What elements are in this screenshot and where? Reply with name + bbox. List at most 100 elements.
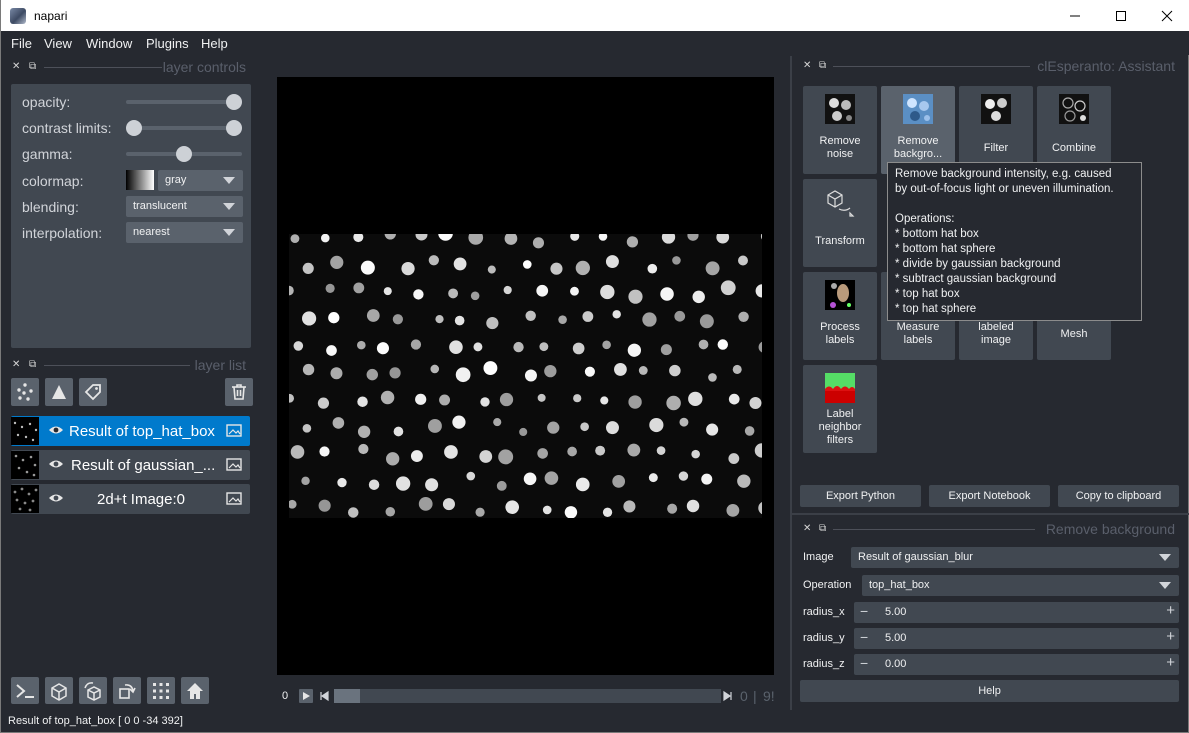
new-shapes-layer-button[interactable] (45, 378, 73, 406)
ndisplay-button[interactable] (45, 677, 73, 704)
menu-help[interactable]: Help (201, 36, 228, 51)
gamma-slider[interactable] (126, 146, 242, 162)
export-notebook-button[interactable]: Export Notebook (929, 485, 1050, 507)
export-python-button[interactable]: Export Python (800, 485, 921, 507)
new-points-layer-button[interactable] (11, 378, 39, 406)
console-button[interactable] (11, 677, 39, 704)
process-labels-button[interactable]: Process labels (803, 272, 877, 360)
blending-dropdown[interactable]: translucent (126, 196, 243, 217)
layer-name[interactable]: Result of top_hat_box (69, 423, 221, 440)
opacity-slider-handle[interactable] (226, 94, 242, 110)
decrement-icon[interactable]: − (860, 603, 868, 619)
transpose-button[interactable] (113, 677, 141, 704)
layer-item[interactable]: Result of gaussian_... (11, 450, 250, 480)
increment-icon[interactable]: + (1166, 628, 1175, 645)
float-dock-icon[interactable]: ⧉ (819, 522, 826, 536)
contrast-min-handle[interactable] (126, 120, 142, 136)
contrast-max-handle[interactable] (226, 120, 242, 136)
dims-slider[interactable] (334, 689, 721, 703)
viewer-canvas[interactable] (277, 77, 774, 675)
help-button[interactable]: Help (800, 680, 1179, 702)
step-forward-button[interactable] (721, 689, 735, 703)
image-dropdown[interactable]: Result of gaussian_blur (851, 547, 1179, 568)
remove-noise-button[interactable]: Remove noise (803, 86, 877, 174)
step-back-button[interactable] (317, 689, 331, 703)
delete-layer-button[interactable] (225, 378, 253, 406)
opacity-label: opacity: (22, 94, 71, 110)
nucleus-blob (410, 450, 423, 462)
layer-item[interactable]: Result of top_hat_box (11, 416, 250, 446)
roll-dims-button[interactable] (79, 677, 107, 704)
nucleus-blob (302, 423, 312, 433)
chevron-down-icon (223, 203, 235, 210)
nucleus-blob (393, 426, 404, 437)
layer-name[interactable]: Result of gaussian_... (71, 457, 221, 474)
close-dock-icon[interactable]: ✕ (12, 358, 20, 372)
menu-window[interactable]: Window (86, 36, 132, 51)
nucleus-blob (499, 392, 514, 407)
nucleus-blob (498, 449, 514, 465)
decrement-icon[interactable]: − (860, 655, 868, 671)
gamma-slider-handle[interactable] (176, 146, 192, 162)
nucleus-blob (614, 363, 627, 376)
nucleus-blob (395, 476, 411, 491)
nucleus-blob (357, 340, 366, 350)
filter-button[interactable]: Filter (959, 86, 1033, 174)
close-window-button[interactable] (1144, 0, 1189, 31)
maximize-button[interactable] (1098, 0, 1144, 31)
opacity-slider[interactable] (126, 94, 242, 110)
combine-button[interactable]: Combine (1037, 86, 1111, 174)
colormap-dropdown[interactable]: gray (158, 170, 243, 191)
copy-to-clipboard-button[interactable]: Copy to clipboard (1058, 485, 1179, 507)
home-button[interactable] (181, 677, 209, 704)
home-icon (187, 682, 203, 699)
layer-item[interactable]: 2d+t Image:0 (11, 484, 250, 514)
nucleus-blob (348, 507, 359, 518)
radius-y-spinbox[interactable]: − 5.00 + (854, 628, 1179, 649)
float-dock-icon[interactable]: ⧉ (29, 358, 36, 372)
transform-button[interactable]: Transform (803, 179, 877, 267)
layer-thumbnail (11, 417, 39, 445)
nucleus-blob (368, 479, 380, 490)
image-label: Image (803, 551, 834, 563)
nucleus-blob (698, 339, 709, 350)
nucleus-blob (728, 393, 740, 405)
close-dock-icon[interactable]: ✕ (803, 522, 811, 536)
increment-icon[interactable]: + (1166, 602, 1175, 619)
nucleus-blob (413, 289, 424, 300)
radius-x-spinbox[interactable]: − 5.00 + (854, 602, 1179, 623)
dock-splitter[interactable] (790, 56, 792, 710)
nucleus-blob (688, 391, 703, 407)
nucleus-blob (302, 363, 315, 376)
close-dock-icon[interactable]: ✕ (803, 59, 811, 73)
dims-slider-handle[interactable] (334, 689, 360, 703)
decrement-icon[interactable]: − (860, 629, 868, 645)
minimize-button[interactable] (1052, 0, 1098, 31)
eye-icon[interactable] (48, 458, 64, 473)
nucleus-blob (558, 315, 567, 324)
increment-icon[interactable]: + (1166, 654, 1175, 671)
interpolation-dropdown[interactable]: nearest (126, 222, 243, 243)
eye-icon[interactable] (48, 492, 64, 507)
menu-file[interactable]: File (11, 36, 32, 51)
label-neighbor-filters-button[interactable]: Label neighbor filters (803, 365, 877, 453)
transpose-icon (119, 683, 136, 699)
eye-icon[interactable] (48, 424, 64, 439)
radius-z-spinbox[interactable]: − 0.00 + (854, 654, 1179, 675)
operation-dropdown[interactable]: top_hat_box (862, 575, 1179, 596)
layer-name[interactable]: 2d+t Image:0 (97, 491, 221, 508)
remove-background-button[interactable]: Remove backgro... (881, 86, 955, 174)
contrast-limits-slider[interactable] (126, 120, 242, 136)
float-dock-icon[interactable]: ⧉ (29, 60, 36, 74)
new-labels-layer-button[interactable] (79, 378, 107, 406)
play-button[interactable] (299, 689, 313, 703)
nucleus-blob (744, 426, 755, 436)
menu-plugins[interactable]: Plugins (146, 36, 189, 51)
dock-splitter[interactable] (792, 513, 1189, 515)
nucleus-blob (628, 289, 643, 304)
menu-view[interactable]: View (44, 36, 72, 51)
grid-view-button[interactable] (147, 677, 175, 704)
nucleus-blob (425, 478, 439, 492)
close-dock-icon[interactable]: ✕ (12, 60, 20, 74)
float-dock-icon[interactable]: ⧉ (819, 59, 826, 73)
